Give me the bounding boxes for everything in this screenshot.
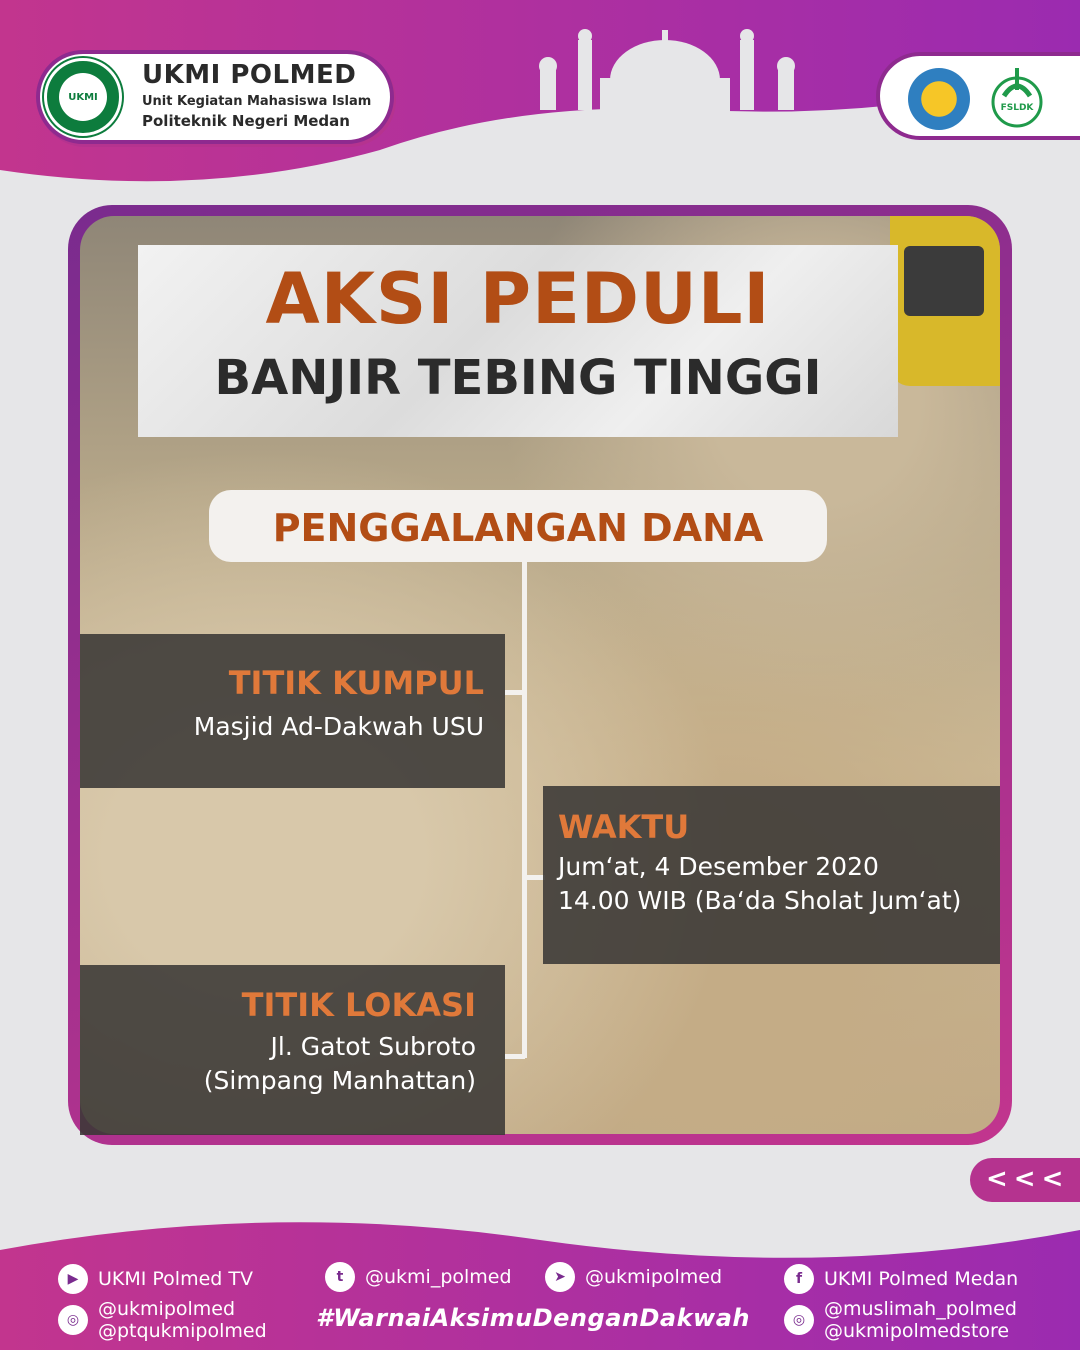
hashtag: #WarnaiAksimuDenganDakwah [316,1304,750,1332]
title-line-1: AKSI PEDULI [265,258,771,340]
connector-waktu [525,875,545,880]
telegram-link[interactable]: ➤ @ukmipolmed [545,1262,722,1292]
waktu-date: Jum‘at, 4 Desember 2020 [558,852,879,881]
waktu-heading: WAKTU [558,808,690,846]
lokasi-heading: TITIK LOKASI [241,986,476,1024]
instagram-right-2: @ukmipolmedstore [824,1320,1010,1342]
waktu-time: 14.00 WIB (Ba‘da Sholat Jum‘at) [558,886,962,915]
connector-lokasi [505,1054,525,1059]
org-line-1: Unit Kegiatan Mahasiswa Islam [142,94,372,109]
svg-text:FSLDK: FSLDK [1001,103,1035,113]
ukmi-logo-text: UKMI [59,73,107,121]
partner-logos: FSLDK [876,52,1080,140]
twitter-icon: t [325,1262,355,1292]
org-name: UKMI POLMED [142,60,357,90]
kumpul-heading: TITIK KUMPUL [228,664,484,702]
youtube-icon: ▶ [58,1264,88,1294]
polmed-logo-icon [908,68,970,130]
lokasi-area: (Simpang Manhattan) [203,1066,476,1095]
connector-kumpul [505,690,525,695]
facebook-icon: f [784,1264,814,1294]
instagram-left-link[interactable]: ◎ @ukmipolmed @ptqukmipolmed [58,1298,267,1342]
instagram-right-1: @muslimah_polmed [824,1298,1017,1320]
title-line-2: BANJIR TEBING TINGGI [214,350,822,406]
ukmi-logo-icon: UKMI [44,58,122,136]
fsldk-logo-icon: FSLDK [991,68,1043,128]
facebook-link[interactable]: f UKMI Polmed Medan [784,1264,1018,1294]
twitter-link[interactable]: t @ukmi_polmed [325,1262,512,1292]
org-logo-badge: UKMI UKMI POLMED Unit Kegiatan Mahasiswa… [36,50,394,144]
instagram-icon: ◎ [58,1305,88,1335]
kumpul-text: Masjid Ad-Dakwah USU [193,712,484,741]
youtube-link[interactable]: ▶ UKMI Polmed TV [58,1264,253,1294]
subtitle: PENGGALANGAN DANA [272,506,764,550]
subtitle-pill: PENGGALANGAN DANA [209,490,827,562]
lokasi-street: Jl. Gatot Subroto [270,1032,476,1061]
instagram-left-1: @ukmipolmed [98,1298,236,1320]
instagram-icon: ◎ [784,1305,814,1335]
truck-image [890,216,1000,386]
org-line-2: Politeknik Negeri Medan [142,112,350,130]
connector-line [522,562,527,1058]
instagram-right-link[interactable]: ◎ @muslimah_polmed @ukmipolmedstore [784,1298,1017,1342]
telegram-icon: ➤ [545,1262,575,1292]
instagram-left-2: @ptqukmipolmed [98,1320,267,1342]
